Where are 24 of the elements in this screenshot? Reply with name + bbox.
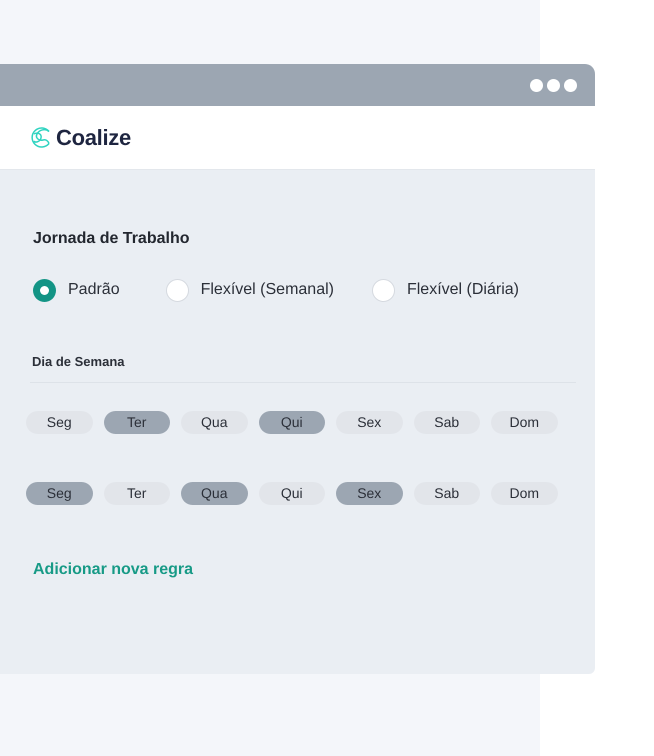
- weekday-chip[interactable]: Qua: [181, 482, 248, 505]
- weekday-chip[interactable]: Ter: [104, 482, 170, 505]
- weekday-chip[interactable]: Ter: [104, 411, 170, 434]
- weekday-chip[interactable]: Dom: [491, 411, 558, 434]
- weekday-chip[interactable]: Qua: [181, 411, 248, 434]
- weekday-chip[interactable]: Sex: [336, 411, 402, 434]
- brand-name: Coalize: [56, 124, 131, 152]
- weekday-chip[interactable]: Sab: [414, 482, 480, 505]
- radio-option[interactable]: Flexível (Semanal): [166, 278, 334, 302]
- weekday-chip[interactable]: Sab: [414, 411, 480, 434]
- window-dot-icon: [530, 78, 543, 92]
- weekday-chip[interactable]: Seg: [26, 411, 92, 434]
- section-title: Jornada de Trabalho: [33, 229, 190, 249]
- field-label: Dia de Semana: [32, 354, 124, 370]
- weekday-chip[interactable]: Dom: [491, 482, 558, 505]
- weekday-chip[interactable]: Qui: [258, 482, 325, 505]
- radio-option[interactable]: Flexível (Diária): [372, 278, 519, 302]
- weekday-chip[interactable]: Seg: [26, 482, 92, 505]
- radio-option[interactable]: Padrão: [33, 278, 120, 302]
- window-dot-icon: [564, 78, 577, 92]
- logo-icon: [30, 126, 52, 149]
- weekday-chip[interactable]: Sex: [336, 482, 402, 505]
- window-dot-icon: [547, 78, 560, 92]
- weekday-chip[interactable]: Qui: [258, 411, 325, 434]
